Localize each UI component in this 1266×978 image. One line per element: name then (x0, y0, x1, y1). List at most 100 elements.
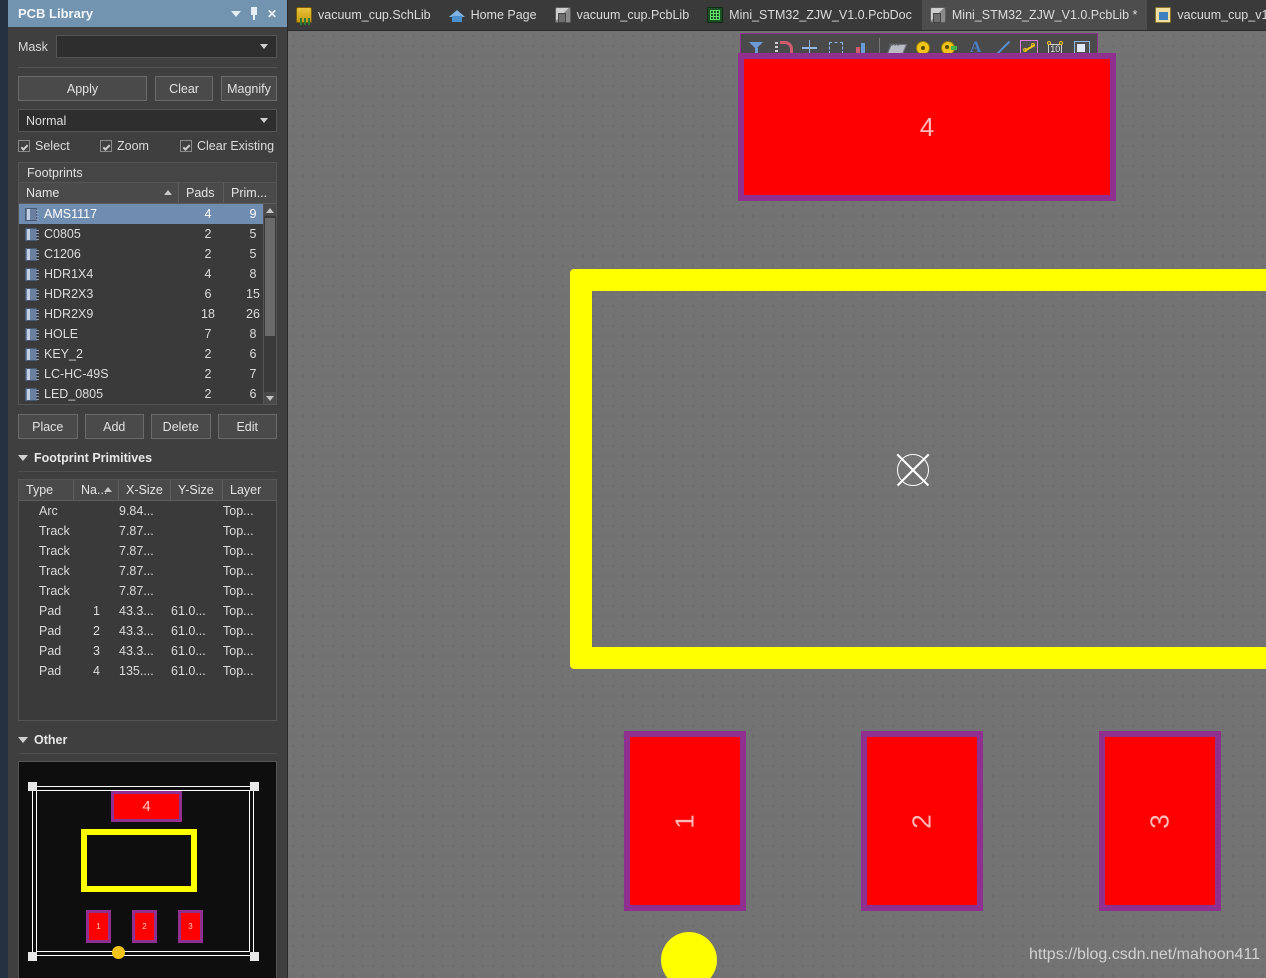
table-row[interactable]: Pad 4 135.... 61.0... Top... (19, 661, 276, 681)
tab-vacuum-cup-schlib[interactable]: vacuum_cup.SchLib (288, 0, 441, 30)
pcb-pad-1[interactable]: 1 (624, 731, 746, 911)
tab-label: Home Page (470, 8, 537, 22)
footprint-pads: 2 (204, 387, 212, 401)
footprints-scrollbar[interactable] (263, 204, 276, 404)
column-header-name[interactable]: Name (19, 183, 179, 203)
magnify-button[interactable]: Magnify (221, 76, 277, 101)
pcb-pad-3[interactable]: 3 (1099, 731, 1221, 911)
table-row[interactable]: Track 7.87... Top... (19, 561, 276, 581)
column-header-type[interactable]: Type (19, 480, 74, 500)
place-button[interactable]: Place (18, 414, 78, 439)
preview-pad-1[interactable]: 1 (86, 910, 111, 943)
list-item[interactable]: HDR1X4 4 8 (19, 264, 276, 284)
footprint-action-buttons: Place Add Delete Edit (18, 414, 277, 439)
pcb-pad-4[interactable]: 4 (738, 53, 1116, 201)
primitive-type: Pad (39, 624, 62, 638)
footprints-list[interactable]: AMS1117 4 9 C0805 2 5 C1206 2 5 HDR1X4 4… (19, 204, 276, 404)
preview-pad-label: 1 (89, 913, 108, 940)
tab-mini-stm32-pcblib[interactable]: Mini_STM32_ZJW_V1.0.PcbLib * (921, 0, 1148, 30)
add-button[interactable]: Add (84, 414, 144, 439)
edit-button[interactable]: Edit (217, 414, 277, 439)
checkbox-label: Zoom (117, 139, 149, 153)
footprint-primitives-section-header[interactable]: Footprint Primitives (18, 451, 277, 465)
list-item[interactable]: C0805 2 5 (19, 224, 276, 244)
scroll-down-button[interactable] (264, 392, 276, 404)
schdoc-icon (1155, 7, 1172, 23)
tab-vacuum-cup-pcblib[interactable]: vacuum_cup.PcbLib (547, 0, 700, 30)
pcblib-icon (554, 7, 571, 23)
pcb-pad-2[interactable]: 2 (861, 731, 983, 911)
dashed-box-icon (828, 41, 843, 54)
preview-handle[interactable] (250, 952, 259, 961)
panel-close-button[interactable]: ✕ (263, 5, 281, 23)
delete-button[interactable]: Delete (151, 414, 211, 439)
primitive-name: 4 (93, 664, 100, 678)
panel-pin-button[interactable] (245, 5, 263, 23)
home-icon (448, 7, 465, 23)
close-icon: ✕ (266, 6, 278, 21)
checkbox-clear-existing[interactable]: Clear Existing (180, 139, 274, 153)
checkbox-select[interactable]: Select (18, 139, 94, 153)
preview-pad-2[interactable]: 2 (132, 910, 157, 943)
primitive-type: Track (39, 524, 70, 538)
mask-input[interactable] (55, 35, 277, 58)
tab-mini-stm32-pcbdoc[interactable]: Mini_STM32_ZJW_V1.0.PcbDoc (699, 0, 922, 30)
primitive-ysize: 61.0... (171, 664, 206, 678)
list-item[interactable]: HOLE 7 8 (19, 324, 276, 344)
table-row[interactable]: Arc 9.84... Top... (19, 501, 276, 521)
list-item[interactable]: KEY_2 2 6 (19, 344, 276, 364)
preview-pad-3[interactable]: 3 (178, 910, 203, 943)
scroll-up-button[interactable] (264, 204, 276, 216)
tab-label: Mini_STM32_ZJW_V1.0.PcbDoc (729, 8, 912, 22)
other-section-header[interactable]: Other (18, 733, 277, 747)
scrollbar-thumb[interactable] (265, 218, 275, 336)
table-row[interactable]: Track 7.87... Top... (19, 541, 276, 561)
primitive-name: 3 (93, 644, 100, 658)
footprint-name: C0805 (44, 227, 81, 241)
footprint-name: AMS1117 (44, 207, 98, 221)
checkbox-zoom[interactable]: Zoom (100, 139, 174, 153)
footprint-name: LED_0805 (44, 387, 104, 401)
column-header-xsize[interactable]: X-Size (119, 480, 171, 500)
preview-handle[interactable] (28, 952, 37, 961)
primitive-type: Arc (39, 504, 58, 518)
column-header-pads[interactable]: Pads (179, 183, 224, 203)
column-header-name[interactable]: Na... (74, 480, 119, 500)
footprint-pads: 2 (204, 247, 212, 261)
table-row[interactable]: Pad 1 43.3... 61.0... Top... (19, 601, 276, 621)
display-mode-select[interactable]: Normal (18, 109, 277, 132)
pcb-editor-canvas[interactable]: A 10 4 1 2 3 https://blog.csdn.net/mahoo… (288, 31, 1266, 978)
clear-button[interactable]: Clear (155, 76, 213, 101)
footprint-preview[interactable]: 4 1 2 3 (18, 761, 277, 978)
preview-origin-dot (112, 946, 125, 959)
list-item[interactable]: HDR2X9 18 26 (19, 304, 276, 324)
primitive-xsize: 7.87... (119, 564, 154, 578)
mask-row: Mask (18, 35, 277, 58)
column-header-ysize[interactable]: Y-Size (171, 480, 223, 500)
tab-vacuum-cup-schdoc[interactable]: vacuum_cup_v1.0.SchDoc (1147, 0, 1266, 30)
table-row[interactable]: Track 7.87... Top... (19, 521, 276, 541)
column-header-prims[interactable]: Prim... (224, 183, 276, 203)
primitives-table[interactable]: Type Na... X-Size Y-Size Layer Arc 9.84.… (18, 479, 277, 721)
divider (18, 753, 277, 754)
list-item[interactable]: LED_0805 2 6 (19, 384, 276, 404)
primitive-layer: Top... (223, 524, 254, 538)
tab-home-page[interactable]: Home Page (441, 0, 547, 30)
preview-handle[interactable] (250, 782, 259, 791)
primitive-layer: Top... (223, 604, 254, 618)
preview-handle[interactable] (28, 782, 37, 791)
table-row[interactable]: Pad 3 43.3... 61.0... Top... (19, 641, 276, 661)
apply-button[interactable]: Apply (18, 76, 147, 101)
column-header-layer[interactable]: Layer (223, 480, 276, 500)
list-item[interactable]: C1206 2 5 (19, 244, 276, 264)
list-item[interactable]: AMS1117 4 9 (19, 204, 276, 224)
table-row[interactable]: Track 7.87... Top... (19, 581, 276, 601)
collapse-triangle-icon (18, 455, 28, 461)
table-row[interactable]: Pad 2 43.3... 61.0... Top... (19, 621, 276, 641)
footprint-icon (25, 347, 39, 361)
panel-menu-button[interactable] (227, 5, 245, 23)
preview-pad-4[interactable]: 4 (111, 791, 182, 822)
chevron-down-icon (231, 10, 241, 17)
list-item[interactable]: LC-HC-49S 2 7 (19, 364, 276, 384)
list-item[interactable]: HDR2X3 6 15 (19, 284, 276, 304)
